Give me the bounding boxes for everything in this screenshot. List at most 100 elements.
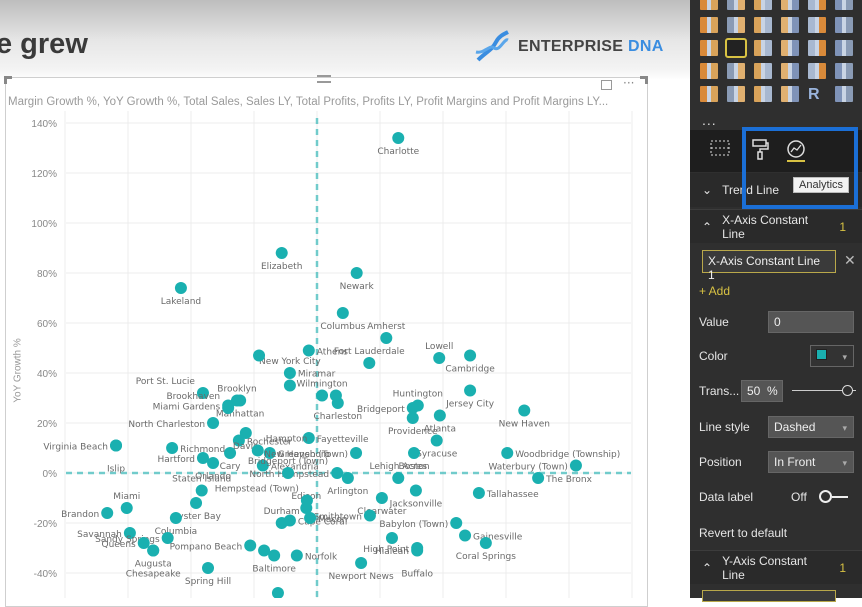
data-label: New York City xyxy=(259,357,321,367)
analytics-highlight-box xyxy=(742,127,858,209)
y-tick-label: -40% xyxy=(34,569,57,580)
data-point xyxy=(224,447,237,459)
data-label-toggle[interactable] xyxy=(819,490,849,504)
data-label: Waterbury (Town) xyxy=(488,463,567,473)
pie-visual-icon[interactable] xyxy=(754,40,772,56)
globe-visual-icon[interactable] xyxy=(835,86,853,102)
position-dropdown[interactable]: In Front xyxy=(768,451,854,473)
y-tick-label: 40% xyxy=(37,369,57,380)
stacked-bar-visual-icon[interactable] xyxy=(700,0,718,10)
clustered-column-visual-icon[interactable] xyxy=(781,0,799,10)
color-label: Color xyxy=(699,349,728,363)
transparency-slider-thumb[interactable] xyxy=(842,385,853,396)
y-tick-label: 100% xyxy=(31,219,57,230)
100-column-visual-icon[interactable] xyxy=(835,0,853,10)
data-label: Pompano Beach xyxy=(170,543,243,553)
multi-row-card-visual-icon[interactable] xyxy=(835,63,853,79)
data-point xyxy=(207,457,220,469)
data-point xyxy=(392,132,405,144)
line-clustered-visual-icon[interactable] xyxy=(808,17,826,33)
data-label: Chesapeake xyxy=(126,570,181,580)
y-line-name-field[interactable] xyxy=(702,590,836,602)
map-visual-icon[interactable] xyxy=(835,40,853,56)
line-name-field[interactable]: X-Axis Constant Line 1 xyxy=(702,250,836,282)
data-point xyxy=(363,357,376,369)
data-point xyxy=(433,409,446,422)
card-visual-icon[interactable] xyxy=(808,63,826,79)
scatter-visual-icon[interactable] xyxy=(725,38,747,58)
fields-icon[interactable] xyxy=(708,138,732,162)
data-label: Charlotte xyxy=(377,147,419,157)
section-label: X-Axis Constant Line xyxy=(722,212,809,241)
area-visual-icon[interactable] xyxy=(727,17,745,33)
data-point xyxy=(518,404,531,417)
revert-to-default-button[interactable]: Revert to default xyxy=(699,526,787,540)
data-point xyxy=(283,379,296,392)
more-visuals-button[interactable]: ... xyxy=(702,112,717,128)
y-axis-constant-line-section[interactable]: ⌃ Y-Axis Constant Line 1 xyxy=(690,550,862,584)
table-visual-icon[interactable] xyxy=(754,86,772,102)
data-point xyxy=(375,492,388,504)
funnel-visual-icon[interactable] xyxy=(754,63,772,79)
data-point xyxy=(501,447,514,459)
data-point xyxy=(190,497,203,509)
data-label: Queens xyxy=(101,540,136,550)
data-point xyxy=(464,349,477,362)
data-label: Miami Gardens xyxy=(153,403,221,413)
slicer-visual-icon[interactable] xyxy=(727,86,745,102)
add-line-button[interactable]: + Add xyxy=(699,284,730,298)
kpi-visual-icon[interactable] xyxy=(700,86,718,102)
clustered-bar-visual-icon[interactable] xyxy=(754,0,772,10)
data-label: Port St. Lucie xyxy=(136,377,196,387)
treemap-visual-icon[interactable] xyxy=(808,40,826,56)
data-point xyxy=(302,344,315,357)
transparency-input[interactable]: 50 % xyxy=(741,380,783,402)
data-label: Fort Lauderdale xyxy=(334,347,405,357)
matrix-visual-icon[interactable] xyxy=(781,86,799,102)
data-label: Fayetteville xyxy=(317,435,369,445)
data-label: Atlanta xyxy=(424,425,456,435)
100-bar-visual-icon[interactable] xyxy=(808,0,826,10)
color-picker[interactable] xyxy=(810,345,854,367)
value-label: Value xyxy=(699,315,729,329)
data-label: Cambridge xyxy=(445,365,495,375)
data-point xyxy=(207,417,220,429)
ribbon-visual-icon[interactable] xyxy=(835,17,853,33)
stacked-area-visual-icon[interactable] xyxy=(754,17,772,33)
data-point xyxy=(450,517,463,529)
data-label: Bridgeport xyxy=(357,405,405,415)
line-visual-icon[interactable] xyxy=(700,17,718,33)
shape-map-visual-icon[interactable] xyxy=(727,63,745,79)
donut-visual-icon[interactable] xyxy=(781,40,799,56)
r-visual-visual-icon[interactable]: R xyxy=(808,86,826,103)
data-label: The Bronx xyxy=(545,475,592,485)
data-point xyxy=(275,247,288,259)
data-label: Brooklyn xyxy=(217,385,256,395)
visual-type-gallery: R xyxy=(697,0,859,106)
section-label: Y-Axis Constant Line xyxy=(722,553,807,582)
data-point xyxy=(350,447,363,459)
data-point xyxy=(282,467,295,479)
line-style-dropdown[interactable]: Dashed xyxy=(768,416,854,438)
value-input[interactable]: 0 xyxy=(768,311,854,333)
data-label: Macon xyxy=(318,515,347,525)
transparency-label: Trans... xyxy=(699,384,740,398)
data-point xyxy=(166,442,179,454)
data-point xyxy=(110,439,123,452)
analytics-tooltip: Analytics xyxy=(793,177,850,193)
data-point xyxy=(385,532,398,544)
line-column-visual-icon[interactable] xyxy=(781,17,799,33)
data-label: Newport News xyxy=(328,572,394,582)
data-point xyxy=(411,544,424,557)
stacked-column-visual-icon[interactable] xyxy=(727,0,745,10)
x-axis-constant-line-section[interactable]: ⌃ X-Axis Constant Line 1 xyxy=(690,209,862,243)
waterfall-visual-icon[interactable] xyxy=(700,40,718,56)
gauge-visual-icon[interactable] xyxy=(781,63,799,79)
filled-map-visual-icon[interactable] xyxy=(700,63,718,79)
data-label: Charleston xyxy=(313,412,362,422)
data-point xyxy=(433,352,446,364)
data-label: Newark xyxy=(340,282,375,292)
data-point xyxy=(406,412,419,424)
data-label: Babylon (Town) xyxy=(379,520,448,530)
close-icon[interactable]: ✕ xyxy=(844,252,856,269)
